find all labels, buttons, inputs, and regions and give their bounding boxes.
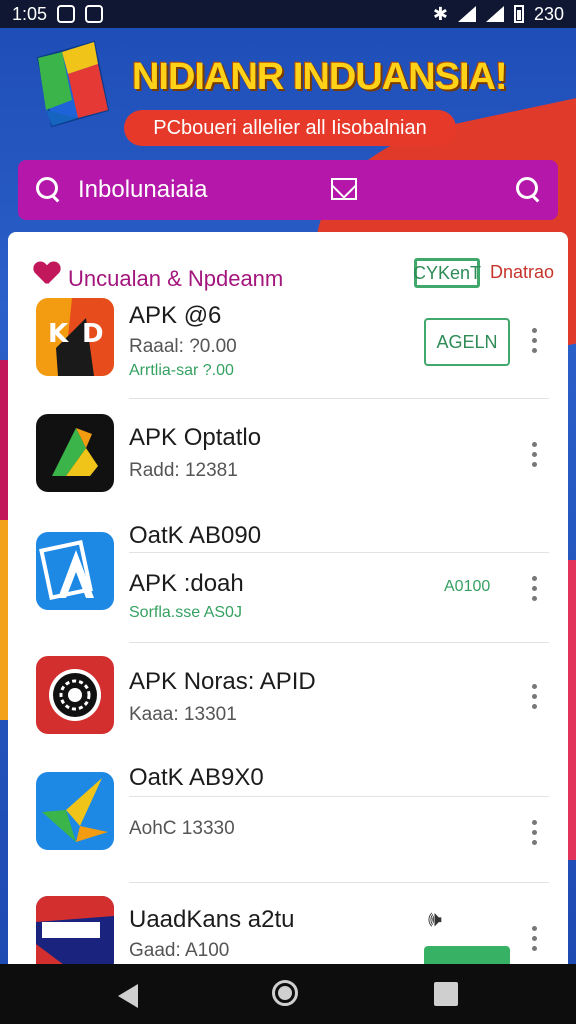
app-icon-kd: K D	[36, 298, 114, 376]
install-button[interactable]: AGELN	[424, 318, 510, 366]
mail-icon[interactable]	[331, 178, 357, 200]
section-header: Uncualan & Npdeanm CYKenT Dnatrao	[34, 258, 554, 298]
search-submit-icon[interactable]	[516, 177, 542, 203]
signal-icon	[485, 6, 504, 22]
battery-icon	[513, 5, 524, 23]
search-icon[interactable]	[36, 177, 62, 203]
search-label[interactable]: Inbolunaiaia	[78, 176, 207, 204]
app-name: UaadKans a2tu	[129, 906, 295, 933]
app-meta: AohC 13330	[129, 818, 235, 839]
section-chip[interactable]: CYKenT	[413, 258, 481, 288]
status-bar: 1:05 ✱ 230	[0, 0, 576, 28]
search-bar[interactable]: Inbolunaiaia	[18, 160, 558, 220]
list-item[interactable]: K D APK @6 Raaal: ?0.00 Arrtlia-sar ?.00…	[8, 298, 568, 398]
app-meta: Radd: 12381	[129, 460, 238, 481]
app-name: APK :doah	[129, 570, 244, 597]
more-options-icon[interactable]	[532, 442, 538, 468]
app-icon-play	[36, 414, 114, 492]
app-meta: Raaal: ?0.00	[129, 336, 237, 357]
wifi-icon	[457, 6, 476, 22]
app-sub: Sorfla.sse AS0J	[129, 604, 242, 621]
navigation-bar	[0, 964, 576, 1024]
section-action-link[interactable]: Dnatrao	[490, 262, 554, 283]
app-name: APK Optatlo	[129, 424, 262, 451]
notification-icon	[57, 5, 76, 23]
sound-icon: 🕪	[428, 906, 442, 931]
back-icon[interactable]	[118, 984, 138, 1008]
banner-title: NIDIANR INDUANSIA!	[132, 56, 508, 98]
app-icon-dial	[36, 656, 114, 734]
app-sub: Arrtlia-sar ?.00	[129, 362, 234, 379]
app-name: APK Noras: APID	[129, 668, 316, 695]
app-list-card: Uncualan & Npdeanm CYKenT Dnatrao K D AP…	[8, 232, 568, 972]
list-item[interactable]: OatK AB9X0 AohC 13330	[8, 762, 568, 882]
app-icon-arrows	[36, 772, 114, 850]
app-name: APK @6	[129, 302, 222, 329]
app-meta: Gaad: A100	[129, 940, 230, 961]
list-item[interactable]: APK Optatlo Radd: 12381	[8, 414, 568, 514]
divider	[129, 552, 549, 553]
more-options-icon[interactable]	[532, 820, 538, 846]
app-header: OatK AB090	[129, 522, 262, 549]
battery-text: 230	[533, 3, 564, 24]
more-options-icon[interactable]	[532, 576, 538, 602]
banner-subtitle[interactable]: PCboueri allelier all Iisobalnian	[124, 110, 456, 146]
list-item[interactable]: OatK AB090 APK :doah Sorfla.sse AS0J A01…	[8, 518, 568, 642]
status-time: 1:05	[12, 3, 48, 24]
app-meta: Kaaa: 13301	[129, 704, 237, 725]
home-icon[interactable]	[272, 980, 298, 1006]
svg-text:K: K	[48, 319, 69, 349]
svg-text:D: D	[82, 319, 104, 349]
recents-icon[interactable]	[434, 982, 458, 1006]
section-title: Uncualan & Npdeanm	[68, 266, 284, 291]
app-notification-icon	[85, 5, 104, 23]
list-item[interactable]: UaadKans a2tu Gaad: A100 🕪	[8, 896, 568, 972]
divider	[129, 796, 549, 797]
app-icon-a	[36, 532, 114, 610]
bluetooth-icon: ✱	[432, 3, 448, 24]
more-options-icon[interactable]	[532, 926, 538, 952]
heart-icon	[34, 262, 60, 286]
app-logo-icon	[36, 40, 110, 128]
list-item[interactable]: APK Noras: APID Kaaa: 13301	[8, 656, 568, 756]
app-icon-banner	[36, 896, 114, 972]
divider	[129, 398, 549, 399]
more-options-icon[interactable]	[532, 684, 538, 710]
more-options-icon[interactable]	[532, 328, 538, 354]
divider	[129, 882, 549, 883]
app-header: OatK AB9X0	[129, 764, 264, 791]
app-note: A0100	[444, 578, 491, 595]
divider	[129, 642, 549, 643]
